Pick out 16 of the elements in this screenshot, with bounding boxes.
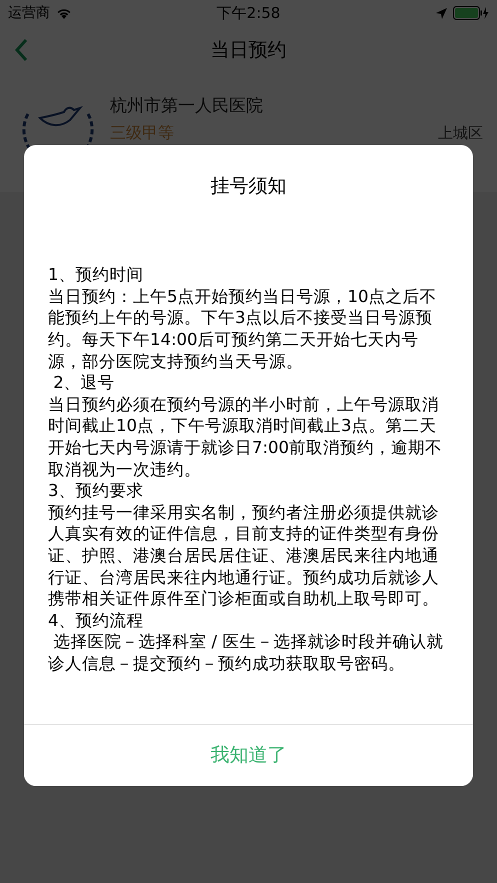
page-title: 当日预约 [210, 38, 286, 63]
hospital-name: 杭州市第一人民医院 [110, 95, 264, 117]
clock-time: 下午2:58 [216, 4, 280, 22]
acknowledge-button[interactable]: 我知道了 [24, 724, 473, 786]
section-heading: 4、预约流程 [48, 610, 144, 632]
dialog-title: 挂号须知 [210, 174, 288, 199]
section-text: 当日预约：上午5点开始预约当日号源，10点之后不能预约上午的号源。下午3点以后不接受当日号源预约。每天下午14:00后可预约第二天开始七天内号源，部分医院支持预约当天号源。 [48, 286, 438, 372]
hospital-district: 上城区 [438, 124, 483, 143]
section-text: 当日预约必须在预约号源的半小时前，上午号源取消时间截止10点，下午号源取消时间截止3点。第二天开始七天内号源请于就诊日7:00前取消预约，逾期不取消视为一次违约。 [48, 394, 444, 480]
section-text: 预约挂号一律采用实名制，预约者注册必须提供就诊人真实有效的证件信息，目前支持的证件类型有身份证、护照、港澳台居民居住证、港澳居民来往内地通行证、台湾居民来往内地通行证。预约成功后就诊人携带相关证件原件至门诊柜面或自助机上取号即可。 [48, 502, 440, 610]
hospital-grade: 三级甲等 [110, 123, 174, 144]
section-heading: 3、预约要求 [48, 480, 144, 502]
section-text: 选择医院－选择科室 / 医生－选择就诊时段并确认就诊人信息－提交预约－预约成功获取取号密码。 [48, 631, 444, 674]
section-heading: 2、退号 [52, 372, 116, 394]
carrier-name: 运营商 [8, 4, 50, 22]
section-heading: 1、预约时间 [48, 264, 144, 286]
